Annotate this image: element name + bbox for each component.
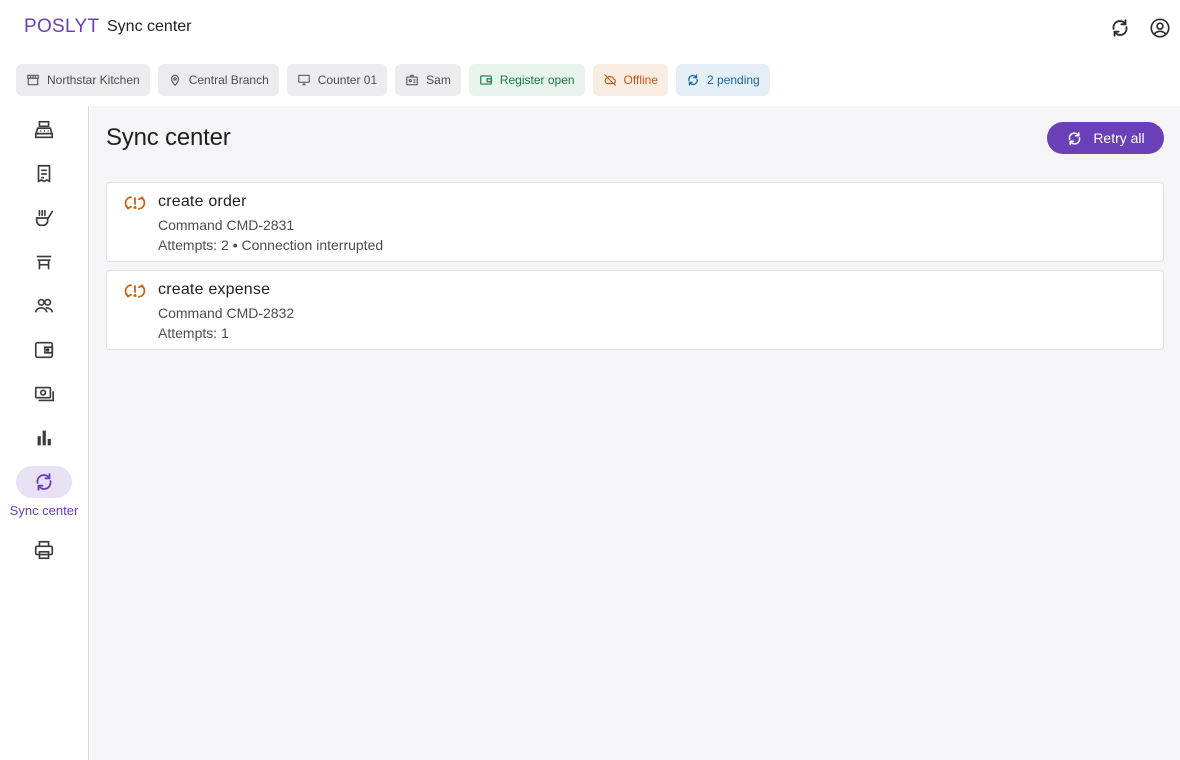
sync-icon[interactable] <box>1108 16 1132 40</box>
top-bar: POSLYT Sync center <box>0 0 1180 56</box>
chip-label: Offline <box>623 73 659 87</box>
wallet-icon <box>479 75 492 85</box>
meta-separator: • <box>228 237 242 253</box>
kitchen-icon <box>35 209 54 227</box>
command-id: Command CMD-2832 <box>158 305 295 321</box>
chip-label: Northstar Kitchen <box>47 73 140 87</box>
sidebar-item-payments[interactable] <box>16 378 72 410</box>
chip-register-status[interactable]: Register open <box>468 64 585 96</box>
monitor-icon <box>297 74 310 86</box>
table-icon <box>36 255 52 270</box>
wallet-icon <box>34 341 54 359</box>
sidebar-item-receipts[interactable] <box>16 158 72 190</box>
context-chips: Northstar Kitchen Central Branch Counter… <box>16 64 770 96</box>
chip-label: Sam <box>426 73 451 87</box>
sidebar-item-register[interactable] <box>16 114 72 146</box>
sync-icon <box>1068 131 1081 145</box>
command-id: Command CMD-2831 <box>158 217 295 233</box>
account-icon[interactable] <box>1148 16 1172 40</box>
attempts-count: Attempts: 2 <box>158 237 229 253</box>
chip-label: Central Branch <box>188 73 269 87</box>
sidebar-item-printers[interactable] <box>16 534 72 566</box>
chip-label: Counter 01 <box>317 73 378 87</box>
chip-branch[interactable]: Central Branch <box>157 64 279 96</box>
chip-user[interactable]: Sam <box>395 64 461 96</box>
chip-label: Register open <box>499 73 575 87</box>
sidebar-nav: Sync center <box>0 106 89 760</box>
command-meta: Attempts: 1 <box>158 325 229 341</box>
printer-icon <box>34 540 54 560</box>
list-item[interactable]: create expense Command CMD-2832 Attempts… <box>106 270 1164 350</box>
sidebar-item-reports[interactable] <box>16 422 72 454</box>
sync-problem-icon <box>124 196 146 210</box>
sidebar-item-sync-center[interactable] <box>16 466 72 498</box>
retry-all-label: Retry all <box>1093 130 1145 146</box>
chart-icon <box>37 430 51 446</box>
error-message: Connection interrupted <box>241 237 384 253</box>
command-title: create order <box>158 193 247 210</box>
chip-store[interactable]: Northstar Kitchen <box>16 64 150 96</box>
chip-label: 2 pending <box>707 73 760 87</box>
receipt-icon <box>37 164 51 183</box>
users-icon <box>34 298 54 313</box>
store-icon <box>27 74 39 86</box>
cloud-off-icon <box>603 74 616 86</box>
brand-logo[interactable]: POSLYT <box>24 16 99 38</box>
retry-all-button[interactable]: Retry all <box>1047 122 1164 154</box>
chip-connection-status[interactable]: Offline <box>592 64 669 96</box>
page-title: Sync center <box>106 124 231 151</box>
app-title: Sync center <box>107 18 192 35</box>
register-icon <box>34 120 54 139</box>
command-meta: Attempts: 2 • Connection interrupted <box>158 237 383 253</box>
sidebar-item-kitchen[interactable] <box>16 202 72 234</box>
list-item[interactable]: create order Command CMD-2831 Attempts: … <box>106 182 1164 262</box>
location-pin-icon <box>170 74 179 87</box>
main-content: Sync center Retry all create order Comma… <box>90 106 1180 760</box>
sync-icon <box>688 74 698 86</box>
command-title: create expense <box>158 281 271 298</box>
payments-icon <box>34 386 54 402</box>
sidebar-item-cash[interactable] <box>16 334 72 366</box>
attempts-count: Attempts: 1 <box>158 325 229 341</box>
sync-icon <box>36 473 52 491</box>
sidebar-item-customers[interactable] <box>16 290 72 322</box>
chip-pending-count[interactable]: 2 pending <box>676 64 770 96</box>
sync-problem-icon <box>124 284 146 298</box>
sidebar-item-tables[interactable] <box>16 246 72 278</box>
chip-counter[interactable]: Counter 01 <box>286 64 388 96</box>
sidebar-item-label[interactable]: Sync center <box>0 503 88 518</box>
badge-icon <box>406 74 418 86</box>
